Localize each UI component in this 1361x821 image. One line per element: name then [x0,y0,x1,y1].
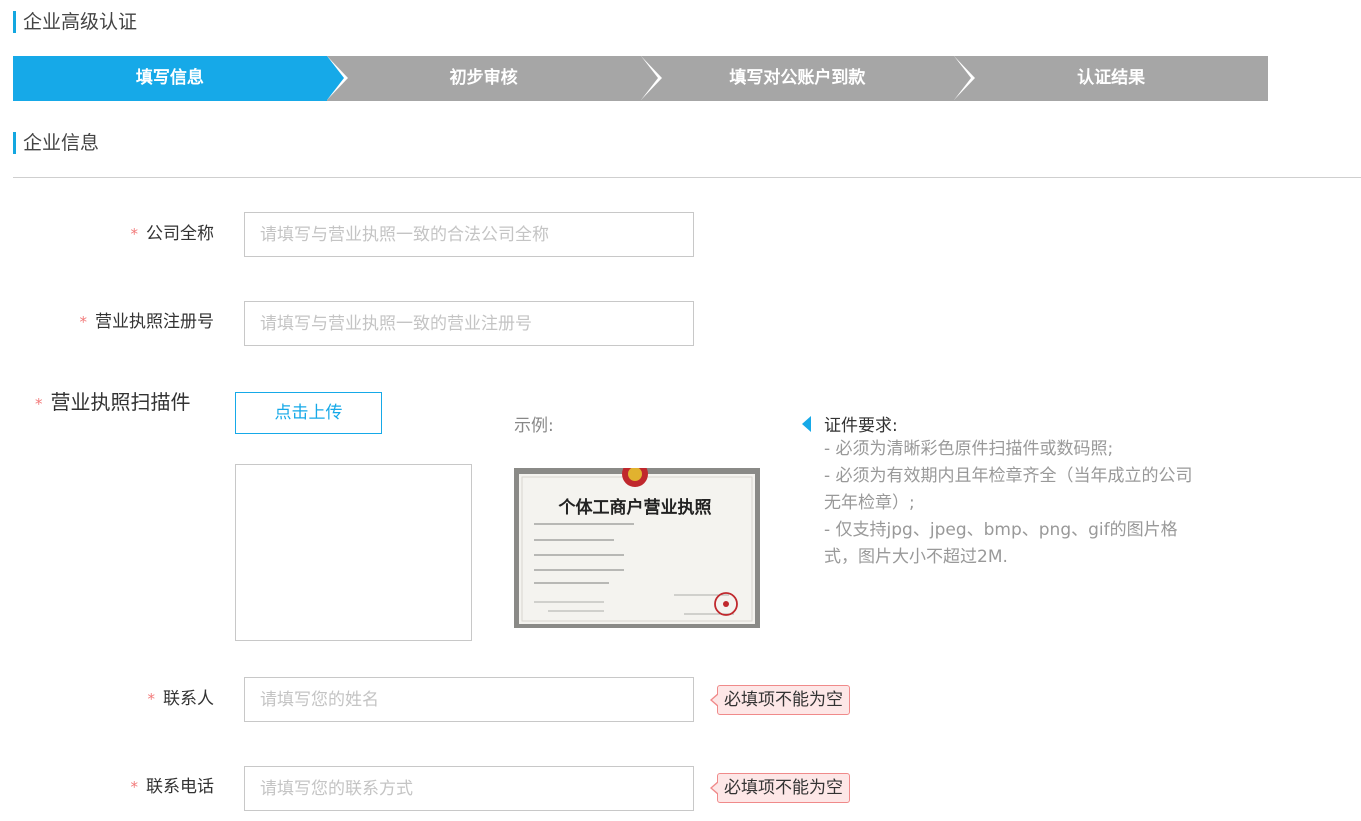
required-mark: * [130,778,139,796]
section-divider [13,177,1361,178]
contact-phone-label-text: 联系电话 [146,777,214,797]
official-seal-star-icon [723,601,729,607]
contact-phone-label: * 联系电话 [131,775,215,799]
required-mark: * [35,395,43,413]
progress-steps: 填写信息 初步审核 填写对公账户到款 认证结果 [13,56,1268,101]
required-mark: * [79,313,88,331]
required-mark: * [147,690,156,708]
company-name-label-text: 公司全称 [146,224,214,244]
license-scan-label: * 营业执照扫描件 [35,389,191,417]
upload-button[interactable]: 点击上传 [235,392,382,434]
page-title: 企业高级认证 [13,11,137,33]
example-title-text: 个体工商户营业执照 [558,497,712,518]
contact-name-label: * 联系人 [148,687,215,711]
step-separator-arrow-inner [326,56,344,100]
contact-name-label-text: 联系人 [163,689,214,709]
requirement-item: - 仅支持jpg、jpeg、bmp、png、gif的图片格式，图片大小不超过2M… [824,520,1178,567]
contact-name-error-tip: 必填项不能为空 [710,685,850,715]
company-name-label: * 公司全称 [131,222,215,246]
step-separator-arrow-inner [954,56,972,100]
step-preliminary-review: 初步审核 [326,56,662,101]
license-number-label: * 营业执照注册号 [80,310,215,334]
contact-phone-input[interactable] [244,766,694,811]
page: 企业高级认证 填写信息 初步审核 填写对公账户到款 认证结果 企业信息 * 公司全… [0,0,1361,821]
required-mark: * [130,225,139,243]
step-label: 填写对公账户到款 [729,68,866,88]
requirements-pointer-icon [802,416,811,432]
license-number-label-text: 营业执照注册号 [95,312,214,332]
company-name-input[interactable] [244,212,694,257]
step-label: 认证结果 [1077,68,1146,88]
step-account-payment: 填写对公账户到款 [640,56,976,101]
license-example-image: 个体工商户营业执照 [514,468,760,628]
step-fill-info: 填写信息 [13,56,348,101]
step-label: 填写信息 [135,68,204,88]
example-paper [519,474,755,624]
requirements-list: - 必须为清晰彩色原件扫描件或数码照; - 必须为有效期内且年检章齐全（当年成立… [824,436,1204,571]
step-label: 初步审核 [449,68,518,88]
requirement-item: - 必须为清晰彩色原件扫描件或数码照; [824,439,1114,459]
license-number-input[interactable] [244,301,694,346]
step-result: 认证结果 [954,56,1268,101]
contact-name-input[interactable] [244,677,694,722]
example-label: 示例: [514,416,554,436]
contact-phone-error-tip: 必填项不能为空 [710,773,850,803]
requirement-item: - 必须为有效期内且年检章齐全（当年成立的公司无年检章）; [824,466,1193,513]
section-title: 企业信息 [13,132,99,154]
requirements-title: 证件要求: [824,416,898,436]
step-separator-arrow-inner [640,56,658,100]
upload-preview-box[interactable] [235,464,472,641]
license-scan-label-text: 营业执照扫描件 [50,390,191,414]
